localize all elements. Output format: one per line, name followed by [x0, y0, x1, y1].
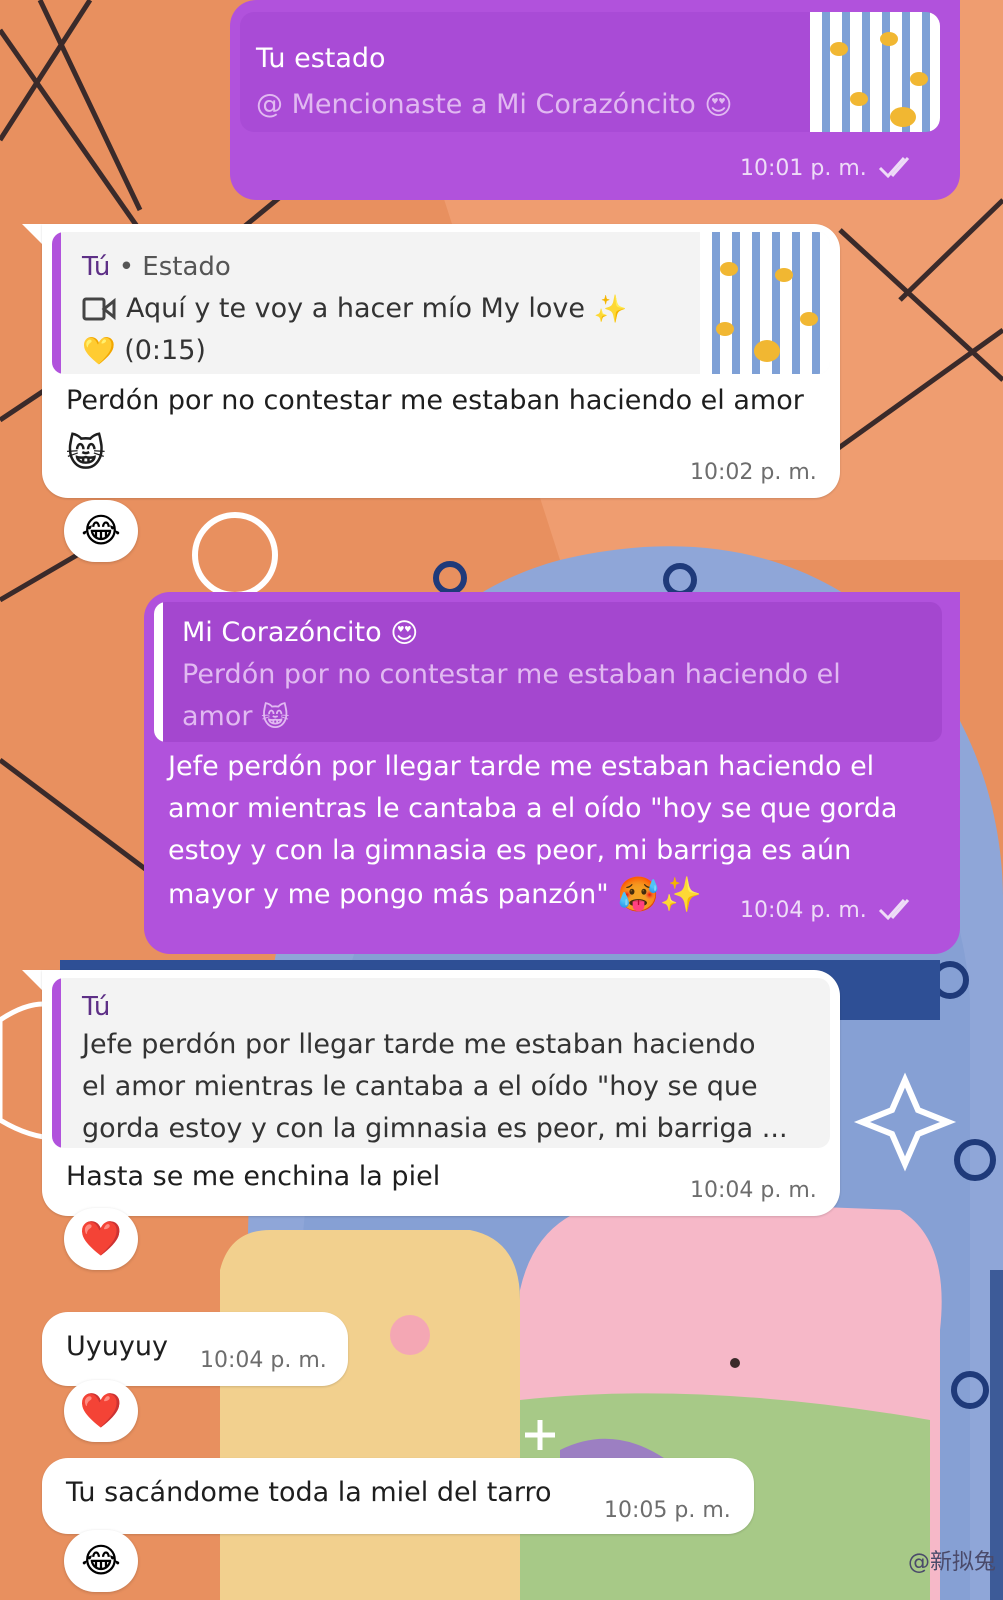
message-bubble[interactable]: Tu sacándome toda la miel del tarro 10:0…	[42, 1458, 754, 1534]
reaction-red-heart[interactable]: ❤️	[64, 1208, 138, 1270]
bubble-tail	[22, 970, 44, 992]
quoted-status-caption: Aquí y te voy a hacer mío My love ✨	[126, 288, 627, 331]
at-icon: @	[256, 89, 283, 120]
quoted-author: Tú	[82, 252, 111, 282]
message-time: 10:05 p. m.	[604, 1498, 731, 1523]
cat-emoji: 😸	[261, 701, 290, 733]
message-time: 10:02 p. m.	[690, 460, 817, 485]
quoted-status-text: Mencionaste a Mi Corazóncito	[291, 89, 696, 120]
reaction-laughing[interactable]: 😂	[64, 500, 138, 562]
cat-emoji: 😸	[66, 431, 106, 475]
reaction-red-heart[interactable]: ❤️	[64, 1380, 138, 1442]
title-separator: •	[118, 252, 135, 282]
message-bubble[interactable]: Uyuyuy 10:04 p. m.	[42, 1312, 348, 1386]
quoted-message[interactable]: Tú Jefe perdón por llegar tarde me estab…	[52, 978, 830, 1148]
message-time: 10:04 p. m.	[200, 1348, 327, 1373]
heart-eyes-emoji: 😍	[390, 617, 419, 649]
status-thumbnail	[810, 12, 940, 132]
reaction-laughing[interactable]: 😂	[64, 1530, 138, 1592]
bubble-tail	[22, 224, 44, 246]
double-check-icon	[878, 157, 910, 179]
message-text: Uyuyuy	[66, 1331, 168, 1362]
yellow-heart-emoji: 💛	[82, 335, 116, 367]
status-thumbnail	[700, 232, 830, 374]
quoted-text-line: Perdón por no contestar me estaban hacie…	[182, 659, 841, 690]
message-text: Hasta se me enchina la piel	[66, 1161, 441, 1192]
message-text-line: mayor y me pongo más panzón" 🥵✨	[168, 875, 702, 915]
message-time: 10:01 p. m.	[740, 156, 867, 181]
quoted-text-line: amor 😸	[182, 696, 289, 739]
quoted-author: Tú	[82, 992, 111, 1022]
quoted-text-line: gorda estoy y con la gimnasia es peor, m…	[82, 1113, 788, 1144]
message-text-line: estoy y con la gimnasia es peor, mi barr…	[168, 835, 852, 866]
message-text: Perdón por no contestar me estaban hacie…	[66, 385, 804, 416]
message-time: 10:04 p. m.	[740, 898, 867, 923]
quoted-status-title: Tú • Estado	[82, 246, 231, 288]
message-time: 10:04 p. m.	[690, 1178, 817, 1203]
message-text-line: Jefe perdón por llegar tarde me estaban …	[168, 751, 875, 782]
quoted-status[interactable]: Tu estado @ Mencionaste a Mi Corazóncito…	[240, 12, 940, 132]
sparkles-emoji: ✨	[593, 293, 628, 325]
quoted-author: Mi Corazóncito 😍	[182, 612, 418, 655]
message-bubble-status-reply[interactable]: Tú • Estado Aquí y te voy a hacer mío My…	[42, 224, 840, 498]
message-text: Tu sacándome toda la miel del tarro	[66, 1477, 552, 1508]
hot-face-sparkles-emoji: 🥵✨	[617, 875, 702, 915]
message-bubble-status-mention[interactable]: Tu estado @ Mencionaste a Mi Corazóncito…	[230, 0, 960, 200]
quoted-message[interactable]: Mi Corazóncito 😍 Perdón por no contestar…	[154, 602, 942, 742]
quoted-status-label: Estado	[142, 252, 231, 282]
quoted-status-mention: @ Mencionaste a Mi Corazóncito 😍	[256, 84, 733, 127]
message-text-line: amor mientras le cantaba a el oído "hoy …	[168, 793, 898, 824]
quoted-status[interactable]: Tú • Estado Aquí y te voy a hacer mío My…	[52, 232, 830, 374]
quoted-status-duration: 💛 (0:15)	[82, 330, 206, 373]
quoted-status-title: Tu estado	[256, 43, 386, 74]
message-bubble-reply[interactable]: Mi Corazóncito 😍 Perdón por no contestar…	[144, 592, 960, 954]
quoted-text-line: Jefe perdón por llegar tarde me estaban …	[82, 1029, 756, 1060]
video-camera-icon	[82, 297, 116, 321]
quoted-text-line: el amor mientras le cantaba a el oído "h…	[82, 1071, 758, 1102]
message-bubble-reply[interactable]: Tú Jefe perdón por llegar tarde me estab…	[42, 970, 840, 1216]
wallpaper-watermark: @新拟兔	[908, 1550, 997, 1575]
double-check-icon	[878, 899, 910, 921]
heart-eyes-emoji: 😍	[704, 89, 733, 121]
